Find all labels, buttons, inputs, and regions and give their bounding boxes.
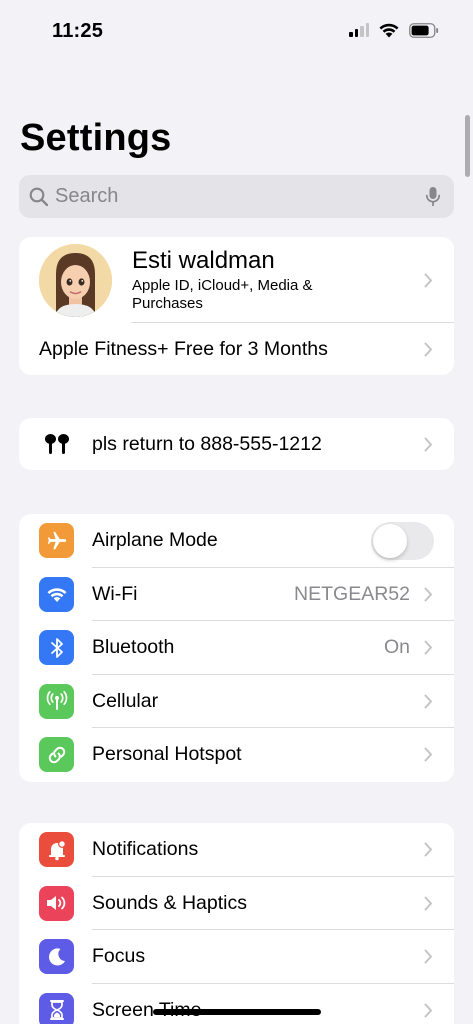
wifi-icon bbox=[39, 576, 74, 612]
bluetooth-status-value: On bbox=[383, 636, 410, 659]
bluetooth-icon bbox=[39, 630, 74, 666]
chevron-right-icon bbox=[424, 640, 434, 655]
chevron-right-icon bbox=[424, 273, 434, 288]
toggle-knob bbox=[373, 523, 407, 558]
fitness-promo-row[interactable]: Apple Fitness+ Free for 3 Months bbox=[19, 323, 454, 375]
search-icon bbox=[29, 187, 49, 206]
settings-screen: 11:25 Settings Search Esti waldman Apple… bbox=[0, 0, 473, 1024]
focus-moon-icon bbox=[39, 939, 74, 975]
chevron-right-icon bbox=[424, 896, 434, 911]
status-bar: 11:25 bbox=[0, 0, 473, 62]
personal-hotspot-label: Personal Hotspot bbox=[92, 743, 242, 766]
airplane-icon bbox=[39, 523, 74, 559]
chevron-right-icon bbox=[424, 747, 434, 762]
cellular-signal-icon bbox=[349, 23, 369, 37]
wifi-row[interactable]: Wi-Fi NETGEAR52 bbox=[19, 568, 454, 622]
notifications-group: Notifications Sounds & Haptics Focus Scr… bbox=[19, 823, 454, 1024]
airpods-icon bbox=[39, 427, 74, 462]
cellular-label: Cellular bbox=[92, 689, 159, 712]
screen-time-icon bbox=[39, 992, 74, 1024]
bluetooth-row[interactable]: Bluetooth On bbox=[19, 621, 454, 675]
apple-id-row[interactable]: Esti waldman Apple ID, iCloud+, Media & … bbox=[19, 237, 454, 323]
status-icons bbox=[349, 22, 439, 38]
home-indicator[interactable] bbox=[153, 1009, 321, 1015]
profile-subtitle: Apple ID, iCloud+, Media & Purchases bbox=[132, 277, 313, 312]
search-input[interactable] bbox=[55, 185, 418, 208]
notifications-row[interactable]: Notifications bbox=[19, 823, 454, 877]
profile-group: Esti waldman Apple ID, iCloud+, Media & … bbox=[19, 237, 454, 375]
search-bar[interactable] bbox=[19, 175, 454, 218]
fitness-promo-label: Apple Fitness+ Free for 3 Months bbox=[39, 337, 328, 360]
connectivity-group: Airplane Mode Wi-Fi NETGEAR52 Bluetooth bbox=[19, 514, 454, 782]
wifi-status-icon bbox=[379, 23, 399, 38]
chevron-right-icon bbox=[424, 949, 434, 964]
sounds-haptics-label: Sounds & Haptics bbox=[92, 891, 248, 914]
airplane-mode-toggle[interactable] bbox=[371, 521, 434, 560]
chevron-right-icon bbox=[424, 842, 434, 857]
chevron-right-icon bbox=[424, 587, 434, 602]
wifi-label: Wi-Fi bbox=[92, 582, 138, 605]
profile-text: Esti waldman Apple ID, iCloud+, Media & … bbox=[132, 247, 424, 313]
notifications-icon bbox=[39, 832, 74, 868]
chevron-right-icon bbox=[424, 1003, 434, 1018]
focus-row[interactable]: Focus bbox=[19, 930, 454, 984]
airpods-label: pls return to 888-555-1212 bbox=[92, 432, 322, 455]
airplane-mode-label: Airplane Mode bbox=[92, 529, 218, 552]
cellular-row[interactable]: Cellular bbox=[19, 675, 454, 729]
personal-hotspot-row[interactable]: Personal Hotspot bbox=[19, 728, 454, 782]
wifi-network-value: NETGEAR52 bbox=[294, 582, 410, 605]
microphone-icon[interactable] bbox=[418, 186, 448, 208]
status-time: 11:25 bbox=[52, 20, 104, 42]
cellular-icon bbox=[39, 683, 74, 719]
bluetooth-label: Bluetooth bbox=[92, 636, 175, 659]
sounds-haptics-row[interactable]: Sounds & Haptics bbox=[19, 877, 454, 931]
screen-time-row[interactable]: Screen Time bbox=[19, 984, 454, 1024]
airplane-mode-row[interactable]: Airplane Mode bbox=[19, 514, 454, 568]
battery-icon bbox=[409, 22, 439, 38]
chevron-right-icon bbox=[424, 342, 434, 357]
chevron-right-icon bbox=[424, 437, 434, 452]
page-title: Settings bbox=[20, 117, 172, 159]
profile-name: Esti waldman bbox=[132, 247, 275, 274]
notifications-label: Notifications bbox=[92, 838, 199, 861]
avatar bbox=[39, 243, 112, 317]
airpods-group: pls return to 888-555-1212 bbox=[19, 418, 454, 470]
chevron-right-icon bbox=[424, 694, 434, 709]
sounds-icon bbox=[39, 885, 74, 921]
hotspot-icon bbox=[39, 737, 74, 773]
scroll-indicator[interactable] bbox=[465, 115, 470, 177]
airpods-row[interactable]: pls return to 888-555-1212 bbox=[19, 418, 454, 470]
focus-label: Focus bbox=[92, 945, 146, 968]
